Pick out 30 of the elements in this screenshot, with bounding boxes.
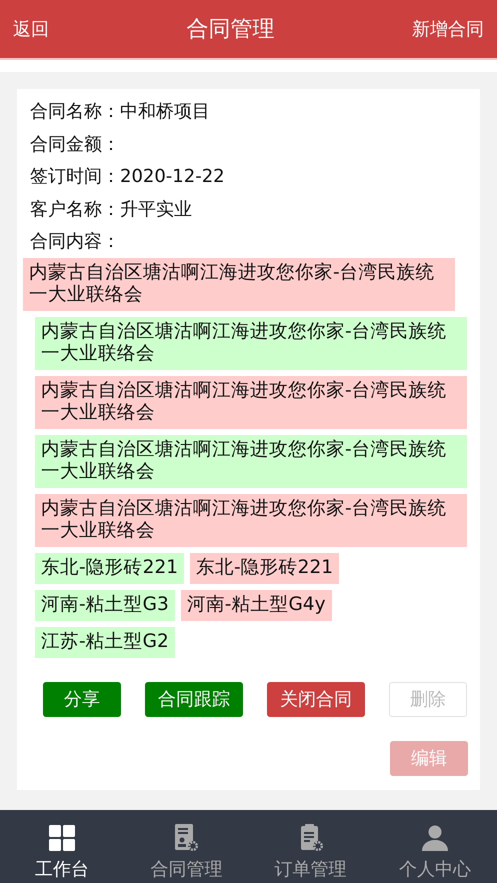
content-entry: 内蒙古自治区塘沽啊江海进攻您你家-台湾民族统一大业联络会 <box>23 258 455 310</box>
content-entry: 东北-隐形砖221 <box>190 552 339 584</box>
grid-icon <box>47 823 78 853</box>
content-entry: 江苏-粘土型G2 <box>35 626 175 658</box>
field-value: 中和桥项目 <box>120 100 210 124</box>
nav-tab[interactable]: 合同管理 <box>124 810 248 883</box>
action-button[interactable]: 关闭合同 <box>267 682 365 716</box>
field-label: 合同名称： <box>30 100 120 124</box>
content-entry: 内蒙古自治区塘沽啊江海进攻您你家-台湾民族统一大业联络会 <box>35 316 467 370</box>
field-value: 升平实业 <box>120 198 192 221</box>
content-entry: 内蒙古自治区塘沽啊江海进攻您你家-台湾民族统一大业联络会 <box>35 376 467 428</box>
content-entry: 东北-隐形砖221 <box>35 552 184 584</box>
content-entry: 河南-粘土型G3 <box>35 590 175 620</box>
action-button[interactable]: 合同跟踪 <box>145 682 243 716</box>
back-link[interactable]: 返回 <box>13 17 49 41</box>
nav-tab[interactable]: 个人中心 <box>372 810 497 883</box>
action-button[interactable]: 分享 <box>43 682 121 716</box>
nav-tab[interactable]: 订单管理 <box>248 810 373 883</box>
add-contract-link[interactable]: 新增合同 <box>412 17 484 41</box>
field-value: 2020-12-22 <box>120 166 225 187</box>
field-label: 签订时间： <box>30 165 120 188</box>
content-entry: 内蒙古自治区塘沽啊江海进攻您你家-台湾民族统一大业联络会 <box>35 494 467 546</box>
page-title: 合同管理 <box>186 16 274 44</box>
field-label: 合同内容： <box>30 230 120 254</box>
content-entry: 内蒙古自治区塘沽啊江海进攻您你家-台湾民族统一大业联络会 <box>35 434 467 488</box>
nav-tab[interactable]: 工作台 <box>0 810 124 883</box>
content-entry: 河南-粘土型G4y <box>180 590 332 620</box>
field-label: 合同金额： <box>30 132 120 156</box>
field-label: 客户名称： <box>30 198 120 221</box>
person-icon <box>420 823 450 853</box>
